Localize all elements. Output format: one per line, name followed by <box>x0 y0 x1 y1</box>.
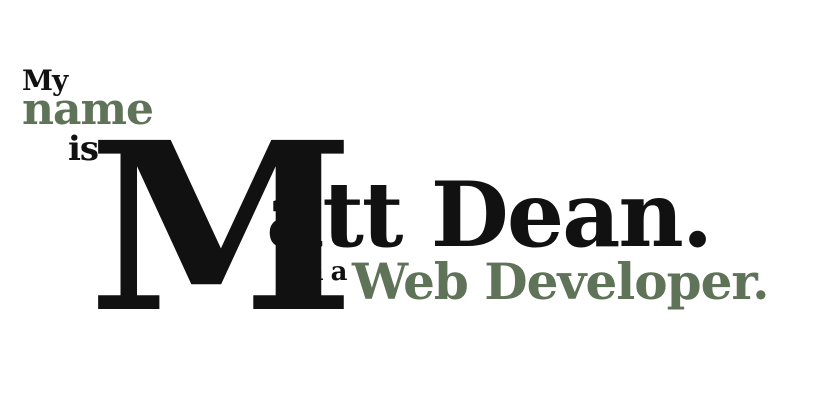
job-title: Web Developer. <box>352 252 770 311</box>
hero-heading: My name is M att Dean. I'm a Web Develop… <box>0 0 833 411</box>
intro-im-a: I'm a <box>278 257 348 287</box>
name-rest: att Dean. <box>266 162 713 268</box>
